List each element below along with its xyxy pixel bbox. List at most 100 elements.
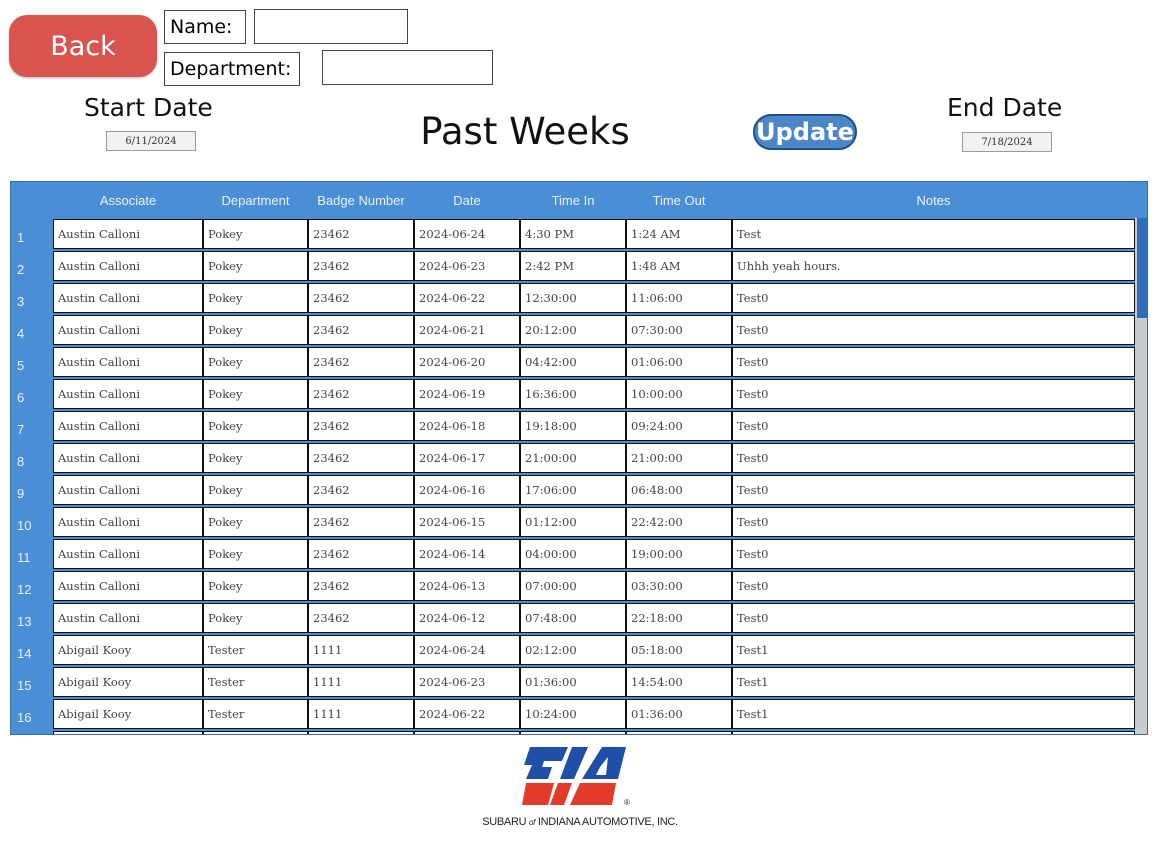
cell-notes[interactable]: Test0	[732, 443, 1135, 473]
cell-notes[interactable]: Test0	[732, 315, 1135, 345]
table-row[interactable]: 12 Austin Calloni Pokey 23462 2024-06-13 07:0…	[11, 570, 1135, 602]
cell-associate[interactable]: Abigail Kooy	[53, 635, 203, 665]
cell-time-in[interactable]: 19:18:00	[520, 411, 626, 441]
start-date-field[interactable]: 6/11/2024	[106, 131, 196, 151]
cell-department[interactable]: Pokey	[203, 347, 308, 377]
cell-notes[interactable]: Test0	[732, 571, 1135, 601]
cell-department[interactable]: Pokey	[203, 411, 308, 441]
cell-associate[interactable]: Austin Calloni	[53, 571, 203, 601]
column-header-time-in[interactable]: Time In	[520, 182, 626, 218]
cell-time-out[interactable]: 05:18:00	[626, 635, 732, 665]
table-row[interactable]: 10 Austin Calloni Pokey 23462 2024-06-15 01:1…	[11, 506, 1135, 538]
cell-time-out[interactable]: 01:36:00	[626, 699, 732, 729]
back-button[interactable]: Back	[9, 15, 157, 77]
cell-date[interactable]: 2024-06-13	[414, 571, 520, 601]
department-input[interactable]	[322, 50, 493, 85]
cell-date[interactable]: 2024-06-16	[414, 475, 520, 505]
cell-notes[interactable]: Test	[732, 219, 1135, 249]
cell-badge-number[interactable]: 1111	[308, 667, 414, 697]
name-input[interactable]	[254, 9, 408, 44]
cell-associate[interactable]: Austin Calloni	[53, 475, 203, 505]
cell-time-in[interactable]: 20:12:00	[520, 315, 626, 345]
cell-date[interactable]: 2024-06-20	[414, 347, 520, 377]
cell-time-out[interactable]: 07:30:00	[626, 315, 732, 345]
cell-associate[interactable]: Austin Calloni	[53, 219, 203, 249]
cell-time-out[interactable]: 1:24 AM	[626, 219, 732, 249]
cell-department[interactable]: Pokey	[203, 539, 308, 569]
cell-notes[interactable]: Test0	[732, 411, 1135, 441]
cell-date[interactable]: 2024-06-23	[414, 667, 520, 697]
cell-notes[interactable]: Test0	[732, 379, 1135, 409]
cell-time-in[interactable]: 01:12:00	[520, 507, 626, 537]
cell-badge-number[interactable]: 23462	[308, 443, 414, 473]
table-row[interactable]: 13 Austin Calloni Pokey 23462 2024-06-12 07:4…	[11, 602, 1135, 634]
cell-date[interactable]: 2024-06-24	[414, 635, 520, 665]
cell-department[interactable]: Tester	[203, 635, 308, 665]
cell-department[interactable]: Pokey	[203, 507, 308, 537]
cell-date[interactable]: 2024-06-24	[414, 219, 520, 249]
cell-time-in[interactable]: 16:36:00	[520, 379, 626, 409]
table-row[interactable]: 11 Austin Calloni Pokey 23462 2024-06-14 04:0…	[11, 538, 1135, 570]
cell-time-out[interactable]: 21:00:00	[626, 443, 732, 473]
table-row[interactable]: 14 Abigail Kooy Tester 1111 2024-06-24 02:12:…	[11, 634, 1135, 666]
cell-notes[interactable]: Test0	[732, 475, 1135, 505]
cell-time-out[interactable]: 10:00:00	[626, 379, 732, 409]
table-row[interactable]: 1 Austin Calloni Pokey 23462 2024-06-24 4:30 …	[11, 218, 1135, 250]
cell-associate[interactable]: Austin Calloni	[53, 347, 203, 377]
cell-badge-number[interactable]: 23462	[308, 283, 414, 313]
cell-time-in[interactable]: 17:06:00	[520, 475, 626, 505]
cell-time-in[interactable]: 07:00:00	[520, 571, 626, 601]
table-row[interactable]: 2 Austin Calloni Pokey 23462 2024-06-23 2:42 …	[11, 250, 1135, 282]
table-row[interactable]: 15 Abigail Kooy Tester 1111 2024-06-23 01:36:…	[11, 666, 1135, 698]
cell-badge-number[interactable]: 23462	[308, 347, 414, 377]
cell-associate[interactable]: Austin Calloni	[53, 443, 203, 473]
cell-badge-number[interactable]: 23462	[308, 251, 414, 281]
cell-date[interactable]: 2024-06-21	[414, 315, 520, 345]
cell-badge-number[interactable]	[308, 731, 414, 734]
cell-badge-number[interactable]: 23462	[308, 507, 414, 537]
cell-associate[interactable]: Austin Calloni	[53, 315, 203, 345]
cell-department[interactable]: Tester	[203, 699, 308, 729]
cell-date[interactable]: 2024-06-15	[414, 507, 520, 537]
cell-badge-number[interactable]: 23462	[308, 219, 414, 249]
cell-associate[interactable]: Abigail Kooy	[53, 667, 203, 697]
column-header-date[interactable]: Date	[414, 182, 520, 218]
table-row[interactable]: 9 Austin Calloni Pokey 23462 2024-06-16 17:06…	[11, 474, 1135, 506]
cell-department[interactable]: Pokey	[203, 603, 308, 633]
cell-notes[interactable]: Test1	[732, 667, 1135, 697]
cell-time-out[interactable]: 19:00:00	[626, 539, 732, 569]
cell-date[interactable]: 2024-06-12	[414, 603, 520, 633]
cell-badge-number[interactable]: 23462	[308, 603, 414, 633]
update-button[interactable]: Update	[753, 114, 857, 150]
table-row[interactable]: 3 Austin Calloni Pokey 23462 2024-06-22 12:30…	[11, 282, 1135, 314]
cell-notes[interactable]: Test1	[732, 699, 1135, 729]
cell-department[interactable]: Pokey	[203, 219, 308, 249]
cell-notes[interactable]: Test0	[732, 283, 1135, 313]
cell-department[interactable]: Pokey	[203, 379, 308, 409]
cell-time-out[interactable]: 1:48 AM	[626, 251, 732, 281]
cell-associate[interactable]: Austin Calloni	[53, 251, 203, 281]
cell-department[interactable]: Pokey	[203, 315, 308, 345]
cell-notes[interactable]: Uhhh yeah hours.	[732, 251, 1135, 281]
column-header-department[interactable]: Department	[203, 182, 308, 218]
cell-badge-number[interactable]: 23462	[308, 539, 414, 569]
end-date-field[interactable]: 7/18/2024	[962, 132, 1052, 152]
cell-time-in[interactable]: 02:12:00	[520, 635, 626, 665]
cell-time-in[interactable]: 21:00:00	[520, 443, 626, 473]
table-row[interactable]: 5 Austin Calloni Pokey 23462 2024-06-20 04:42…	[11, 346, 1135, 378]
cell-date[interactable]	[414, 731, 520, 734]
cell-badge-number[interactable]: 23462	[308, 379, 414, 409]
cell-time-in[interactable]: 2:42 PM	[520, 251, 626, 281]
cell-date[interactable]: 2024-06-22	[414, 283, 520, 313]
cell-associate[interactable]: Austin Calloni	[53, 603, 203, 633]
cell-badge-number[interactable]: 1111	[308, 635, 414, 665]
cell-department[interactable]: Pokey	[203, 283, 308, 313]
cell-time-in[interactable]: 12:30:00	[520, 283, 626, 313]
cell-time-out[interactable]: 06:48:00	[626, 475, 732, 505]
cell-badge-number[interactable]: 23462	[308, 475, 414, 505]
column-header-time-out[interactable]: Time Out	[626, 182, 732, 218]
cell-department[interactable]: Tester	[203, 667, 308, 697]
table-row[interactable]: 16 Abigail Kooy Tester 1111 2024-06-22 10:24:…	[11, 698, 1135, 730]
table-scrollbar-thumb[interactable]	[1137, 218, 1147, 318]
cell-notes[interactable]: Test0	[732, 603, 1135, 633]
